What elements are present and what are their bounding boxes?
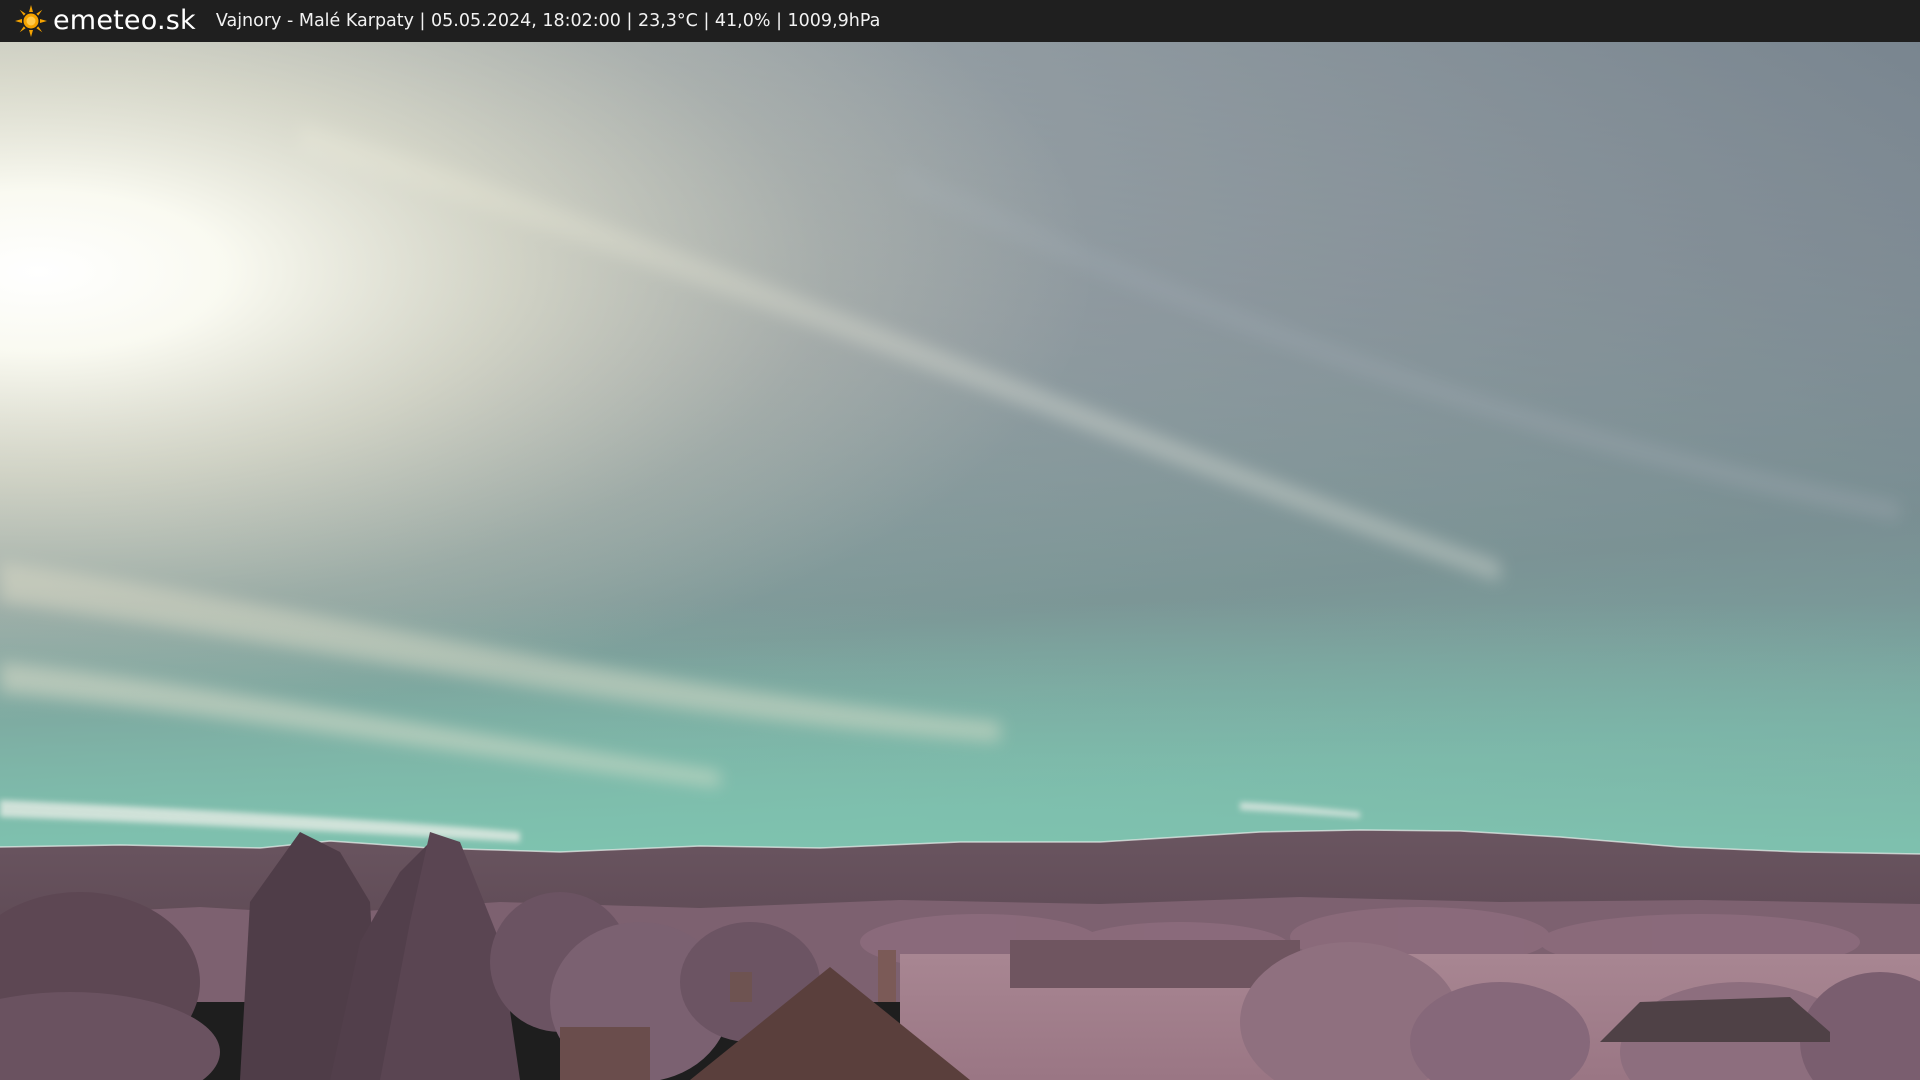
- landscape-image: [0, 42, 1920, 1080]
- brand-name: emeteo.sk: [53, 5, 196, 36]
- brand-logo[interactable]: emeteo.sk: [14, 0, 196, 42]
- webcam-frame: emeteo.sk Vajnory - Malé Karpaty | 05.05…: [0, 0, 1920, 1080]
- webcam-image: [0, 42, 1920, 1080]
- header-bar: emeteo.sk Vajnory - Malé Karpaty | 05.05…: [0, 0, 1920, 42]
- station-caption: Vajnory - Malé Karpaty | 05.05.2024, 18:…: [215, 11, 881, 31]
- sun-icon: [15, 5, 47, 37]
